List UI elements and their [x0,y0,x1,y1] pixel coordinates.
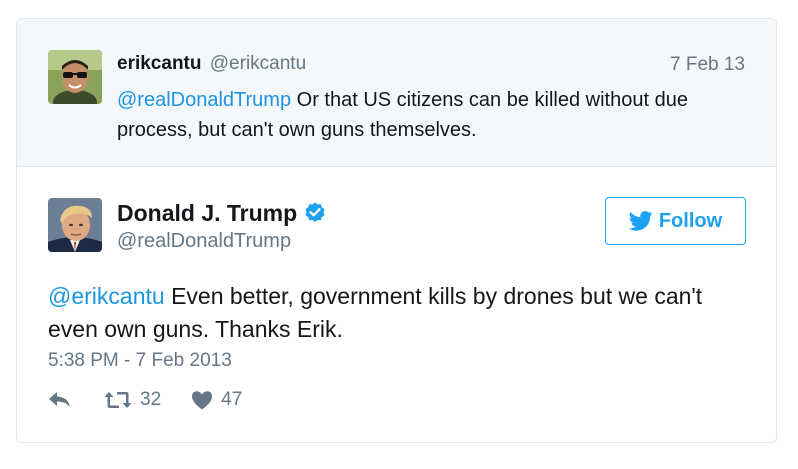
retweet-icon [104,392,132,408]
author-handle[interactable]: @erikcantu [210,53,306,74]
retweet-count: 32 [140,389,162,410]
mention-link[interactable]: @erikcantu [48,283,165,309]
author-name[interactable]: erikcantu [117,53,201,74]
reply-button[interactable] [48,391,72,409]
reply-icon [49,392,70,407]
tweet-actions: 32 47 [48,389,242,411]
heart-icon [192,391,213,410]
author-handle[interactable]: @realDonaldTrump [117,229,291,253]
parent-tweet[interactable]: erikcantu @erikcantu 7 Feb 13 @realDonal… [17,19,776,167]
retweet-button[interactable]: 32 [104,389,161,411]
tweet-timestamp[interactable]: 5:38 PM - 7 Feb 2013 [48,350,232,372]
mention-link[interactable]: @realDonaldTrump [117,89,291,111]
tweet-text: @realDonaldTrump Or that US citizens can… [117,85,747,145]
like-button[interactable]: 47 [191,389,242,411]
user-photo-icon [48,198,102,252]
follow-button[interactable]: Follow [605,197,746,245]
main-tweet: Donald J. Trump @realDonaldTrump Follow … [17,167,776,442]
main-author-line: Donald J. Trump [117,199,327,227]
avatar[interactable] [48,50,102,104]
like-count: 47 [221,389,243,410]
verified-badge-icon [305,202,325,222]
tweet-text: @erikcantu Even better, government kills… [48,280,758,346]
follow-label: Follow [658,209,723,232]
parent-author-line: erikcantu @erikcantu [117,52,306,76]
user-photo-icon [48,50,102,104]
tweet-date[interactable]: 7 Feb 13 [670,54,745,76]
avatar[interactable] [48,198,102,252]
twitter-bird-icon [628,211,653,231]
author-name[interactable]: Donald J. Trump [117,199,297,227]
embedded-tweet-card: erikcantu @erikcantu 7 Feb 13 @realDonal… [16,18,777,443]
